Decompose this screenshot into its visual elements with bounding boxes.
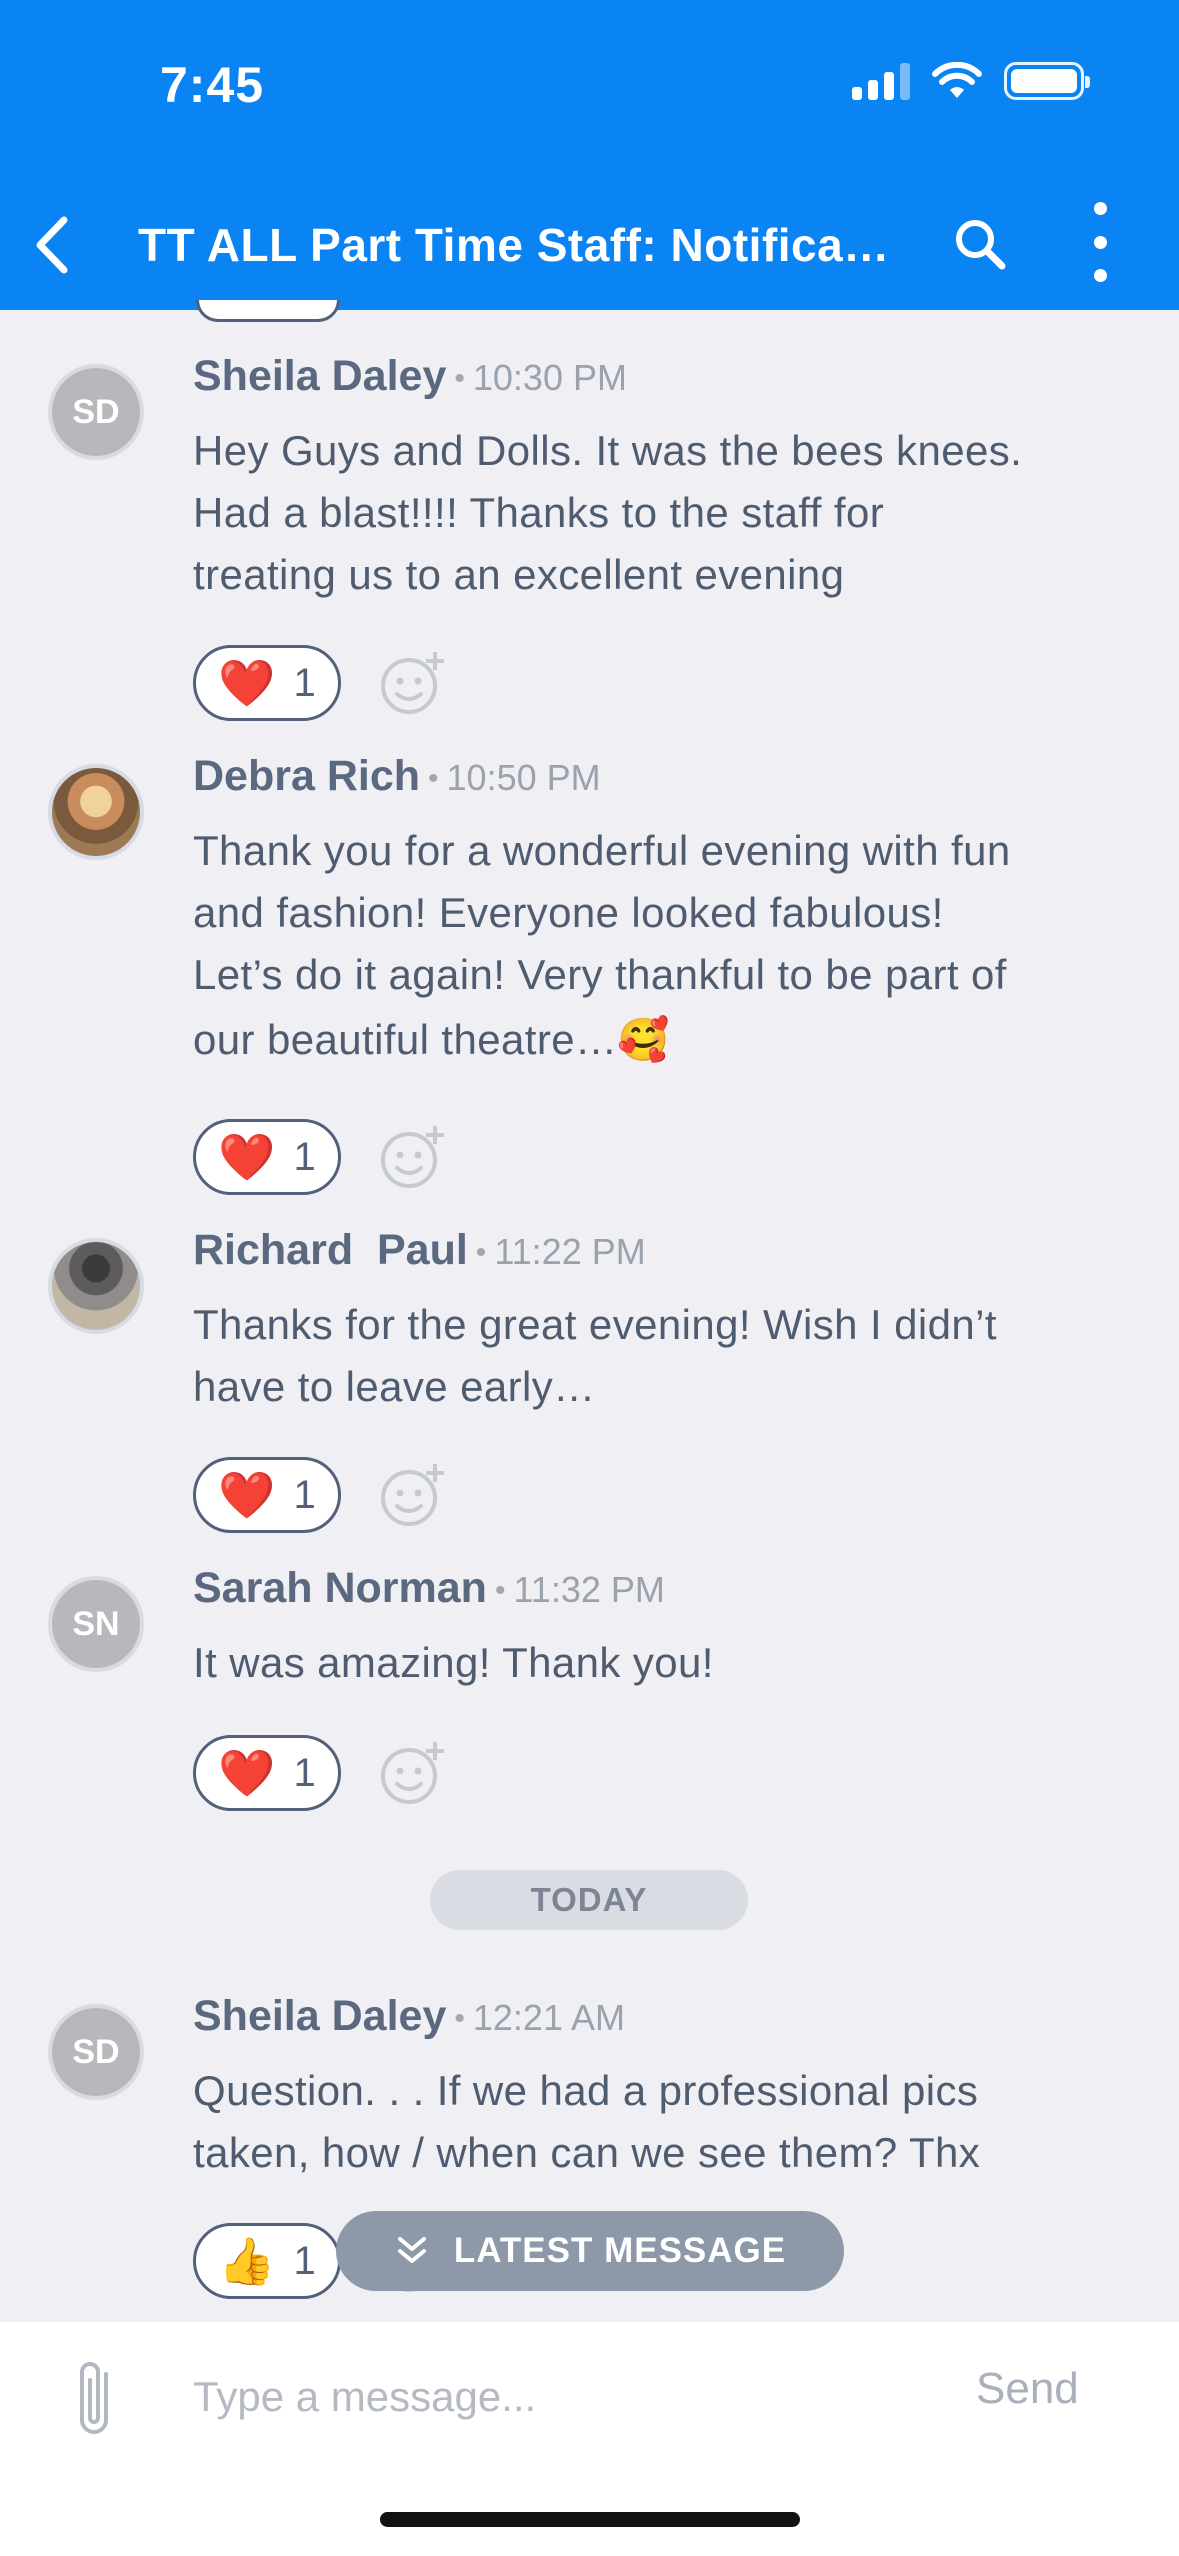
add-reaction-icon[interactable] [377,1460,447,1530]
battery-icon [1004,62,1090,100]
double-chevron-down-icon [397,2237,426,2263]
latest-message-button[interactable]: LATEST MESSAGE [336,2211,844,2291]
reaction-pill[interactable]: ❤️ 1 [193,1457,341,1533]
search-icon[interactable] [950,214,1010,274]
reaction-count: 1 [293,1750,316,1795]
more-options-icon[interactable] [1080,200,1120,284]
avatar[interactable]: SN [48,1576,144,1672]
message-header: Debra Rich • 10:50 PM [193,752,601,800]
reaction-pill[interactable]: ❤️ 1 [193,1735,341,1811]
add-reaction-icon[interactable] [377,1122,447,1192]
reaction-row: ❤️ 1 [193,644,447,722]
reaction-pill[interactable]: 👍 1 [193,2223,341,2299]
add-reaction-icon[interactable] [377,1738,447,1808]
reaction-row: ❤️ 1 [193,1456,447,1534]
message-header: Richard Paul • 11:22 PM [193,1226,646,1274]
message-body: Thanks for the great evening! Wish I did… [193,1301,997,1410]
partial-reaction-pill [196,300,340,322]
heart-icon: ❤️ [218,657,276,709]
message-time: 11:32 PM [513,1569,665,1610]
add-reaction-icon[interactable] [377,648,447,718]
message-time: 10:50 PM [446,757,601,798]
message-body: Question. . . If we had a professional p… [193,2067,981,2176]
reaction-pill[interactable]: ❤️ 1 [193,645,341,721]
reaction-count: 1 [293,2238,316,2283]
message-time: 11:22 PM [494,1231,646,1272]
heart-icon: ❤️ [218,1131,276,1183]
avatar[interactable] [48,764,144,860]
reaction-row: ❤️ 1 [193,1734,447,1812]
sender-name[interactable]: Sheila Daley [193,1992,446,2040]
nav-bar: TT ALL Part Time Staff: Notifica… [0,200,1179,290]
thumbs-up-icon: 👍 [218,2235,276,2287]
date-separator: TODAY [430,1870,748,1930]
avatar[interactable] [48,1238,144,1334]
reaction-count: 1 [293,1472,316,1517]
status-icons [852,62,1090,100]
message-body: It was amazing! Thank you! [193,1639,714,1686]
reaction-count: 1 [293,660,316,705]
cellular-signal-icon [852,62,910,100]
reaction-count: 1 [293,1134,316,1179]
send-button[interactable]: Send [976,2364,1079,2414]
sender-name[interactable]: Richard Paul [193,1226,468,1274]
heart-icon: ❤️ [218,1747,276,1799]
message-body: Hey Guys and Dolls. It was the bees knee… [193,427,1023,598]
reaction-pill[interactable]: ❤️ 1 [193,1119,341,1195]
message-header: Sarah Norman • 11:32 PM [193,1564,665,1612]
status-time: 7:45 [160,57,265,113]
wifi-icon [932,62,982,98]
heart-icon: ❤️ [218,1469,276,1521]
message-header: Sheila Daley • 10:30 PM [193,352,627,400]
avatar[interactable]: SD [48,2004,144,2100]
attachment-icon[interactable] [72,2360,122,2440]
avatar[interactable]: SD [48,364,144,460]
sender-name[interactable]: Sarah Norman [193,1564,487,1612]
message-body: Thank you for a wonderful evening with f… [193,827,1011,1063]
sender-name[interactable]: Debra Rich [193,752,420,800]
page-title: TT ALL Part Time Staff: Notifica… [138,219,890,271]
app-header: 7:45 TT ALL Part Time Staff: Notifica… [0,0,1179,310]
reaction-row: ❤️ 1 [193,1118,447,1196]
message-input[interactable] [193,2362,913,2432]
message-header: Sheila Daley • 12:21 AM [193,1992,625,2040]
message-time: 10:30 PM [472,357,627,398]
home-indicator [380,2512,800,2527]
latest-message-label: LATEST MESSAGE [453,2231,787,2270]
sender-name[interactable]: Sheila Daley [193,352,446,400]
message-time: 12:21 AM [472,1997,625,2038]
back-icon[interactable] [22,210,92,280]
